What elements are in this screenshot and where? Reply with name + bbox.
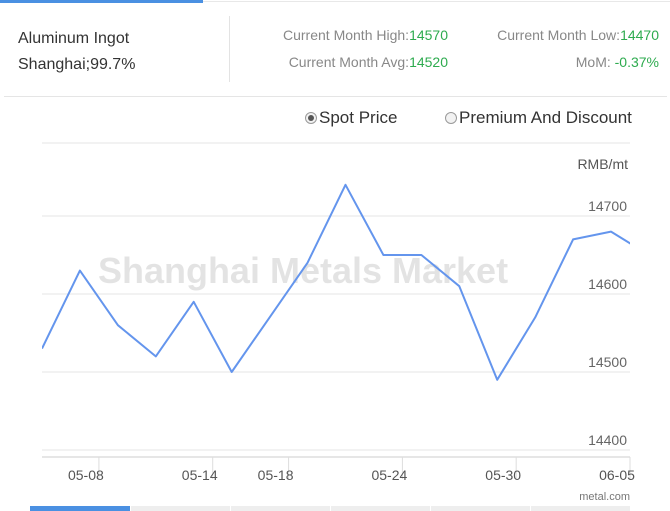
x-tick-label-05-08: 05-08 xyxy=(68,467,104,483)
x-tick-label-05-30: 05-30 xyxy=(485,467,521,483)
bottom-tab-3[interactable] xyxy=(231,506,330,511)
y-tick-label-14500: 14500 xyxy=(588,354,627,370)
bottom-tab-1[interactable] xyxy=(30,506,130,511)
source-label: metal.com xyxy=(579,491,630,503)
x-tick-label-05-14: 05-14 xyxy=(182,467,218,483)
bottom-tab-5[interactable] xyxy=(431,506,530,511)
bottom-tab-4[interactable] xyxy=(331,506,430,511)
y-tick-label-14600: 14600 xyxy=(588,276,627,292)
price-line-chart: 14400145001460014700RMB/mtShanghai Metal… xyxy=(42,142,635,503)
y-tick-label-14400: 14400 xyxy=(588,432,627,448)
x-tick-label-05-24: 05-24 xyxy=(371,467,407,483)
chart-page: Aluminum Ingot Shanghai;99.7% Current Mo… xyxy=(0,0,670,511)
bottom-tab-2[interactable] xyxy=(131,506,230,511)
y-tick-label-14700: 14700 xyxy=(588,198,627,214)
bottom-tab-6[interactable] xyxy=(531,506,630,511)
x-tick-label-06-05: 06-05 xyxy=(599,467,635,483)
y-axis-label: RMB/mt xyxy=(577,156,628,172)
x-tick-label-05-18: 05-18 xyxy=(258,467,294,483)
